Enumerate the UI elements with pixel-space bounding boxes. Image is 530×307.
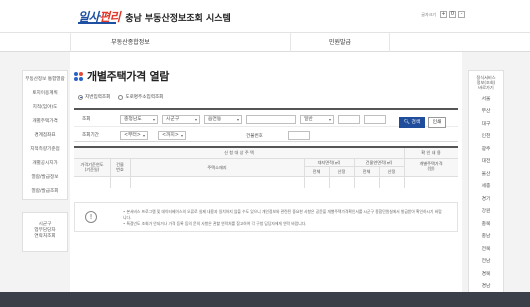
- region-shortcut-heading: 정식서비스 정보(조회) 바로가기: [476, 75, 496, 91]
- building-number-label: 건물번호: [246, 134, 263, 139]
- sidebar-item-cadastral-map[interactable]: 지적(임야)도: [23, 101, 67, 115]
- from-year-select[interactable]: <부터> ▾: [120, 131, 148, 140]
- chevron-down-icon: ▾: [152, 117, 155, 122]
- radio-lot-number[interactable]: 지번입력조회: [78, 94, 110, 100]
- sidebar-item-land-price[interactable]: 개별공시지가: [23, 157, 67, 171]
- radio-unchecked-icon: [118, 94, 124, 100]
- sidebar-item-house-price[interactable]: 개별주택가격: [23, 115, 67, 129]
- top-header: 일사편리 충남 부동산정보조회 시스템 글자크기 + 0 -: [0, 0, 530, 32]
- logo-underline: [78, 22, 116, 24]
- page-title: 개별주택가격 열람: [87, 70, 170, 83]
- region-link-chungnam[interactable]: 충남: [469, 231, 503, 244]
- search-label-location: 조회: [82, 117, 91, 122]
- nav-item-civil-issue[interactable]: 민원발급: [290, 33, 390, 52]
- sidebar-item-land-use[interactable]: 토지이용계획: [23, 87, 67, 101]
- sidebar-item-issue-info[interactable]: 열람/발급정보: [23, 171, 67, 185]
- radio-road-address[interactable]: 도로명주소입력조회: [118, 94, 163, 100]
- region-link-ulsan[interactable]: 울산: [469, 169, 503, 182]
- font-reset-button[interactable]: 0: [449, 11, 456, 18]
- city-select[interactable]: 시군구 ▾: [162, 115, 200, 124]
- font-size-label: 글자크기: [421, 11, 436, 17]
- region-link-gyeonggi[interactable]: 경기: [469, 194, 503, 207]
- header-land-calc: 산정: [337, 169, 346, 174]
- lot-sub-input[interactable]: [364, 115, 386, 124]
- contact-lookup-box[interactable]: 시군구 업무담당자 연락처조회: [22, 212, 68, 252]
- notice-box: ! • 본서비스 프로그램 및 데이터베이스의 오류로 실제 내용과 일치하지 …: [74, 202, 458, 232]
- header-building-no: 건물 번호: [116, 162, 124, 172]
- chevron-down-icon: ▾: [142, 133, 145, 138]
- region-link-daegu[interactable]: 대구: [469, 119, 503, 132]
- dong-select[interactable]: 읍면동 ▾: [204, 115, 242, 124]
- main-content: 개별주택가격 열람 지번입력조회 도로명주소입력조회 조회 충청남도 ▾ 시군구 ▾…: [70, 52, 462, 307]
- search-button[interactable]: 🔍︎ 검색: [399, 117, 425, 128]
- chevron-down-icon: ▾: [236, 117, 239, 122]
- sidebar-item-integrated[interactable]: 부동산정보 통합열람: [23, 71, 67, 87]
- region-link-gangwon[interactable]: 강원: [469, 206, 503, 219]
- region-link-daejeon[interactable]: 대전: [469, 156, 503, 169]
- notice-line: • 본서비스 프로그램 및 데이터베이스의 오류로 실제 내용과 일치하지 않을…: [123, 209, 442, 220]
- title-dots-icon: [74, 71, 83, 81]
- nav-item-real-estate-info[interactable]: 부동산종합정보: [70, 33, 190, 52]
- right-sidebar: 정식서비스 정보(조회) 바로가기 서울 부산 대구 인천 광주 대전 울산 세…: [468, 70, 504, 307]
- page-title-row: 개별주택가격 열람: [74, 68, 169, 84]
- notice-text: • 본서비스 프로그램 및 데이터베이스의 오류로 실제 내용과 일치하지 않을…: [123, 209, 445, 227]
- site-title: 충남 부동산정보조회 시스템: [125, 14, 231, 24]
- search-form: 조회 충청남도 ▾ 시군구 ▾ 읍면동 ▾ 일반 ▾ 조회기간 <부터> ▾ <까지> ▾ …: [74, 108, 458, 142]
- region-link-incheon[interactable]: 인천: [469, 131, 503, 144]
- contact-lookup-label: 시군구 업무담당자 연락처조회: [34, 222, 56, 239]
- header-building-area: 건물연면적(㎡): [365, 160, 393, 165]
- font-increase-button[interactable]: +: [440, 11, 447, 18]
- header-year: 가격기준연도 (기준일): [80, 162, 104, 172]
- header-address: 주택소재지: [207, 165, 227, 170]
- header-land-area: 대지면적(㎡): [317, 160, 341, 165]
- region-link-gyeongbuk[interactable]: 경북: [469, 269, 503, 282]
- region-link-gwangju[interactable]: 광주: [469, 144, 503, 157]
- lot-type-select[interactable]: 일반 ▾: [300, 115, 334, 124]
- font-size-control: 글자크기 + 0 -: [421, 11, 465, 18]
- sidebar-item-survey-point[interactable]: 지적측량기준점: [23, 143, 67, 157]
- building-number-input[interactable]: [288, 131, 310, 140]
- exclamation-icon: !: [85, 211, 97, 223]
- search-label-period: 조회기간: [82, 133, 99, 138]
- chevron-down-icon: ▾: [328, 117, 331, 122]
- search-mode-radios: 지번입력조회 도로명주소입력조회: [78, 94, 163, 100]
- region-link-busan[interactable]: 부산: [469, 106, 503, 119]
- font-decrease-button[interactable]: -: [458, 11, 465, 18]
- sidebar-item-issue-lookup[interactable]: 열람/발급조회: [23, 185, 67, 199]
- region-link-jeonbuk[interactable]: 전북: [469, 244, 503, 257]
- header-building-calc: 산정: [387, 169, 396, 174]
- region-link-chungbuk[interactable]: 충북: [469, 219, 503, 232]
- region-link-sejong[interactable]: 세종: [469, 181, 503, 194]
- sidebar-item-boundary[interactable]: 경계점좌표: [23, 129, 67, 143]
- ri-input[interactable]: [246, 115, 296, 124]
- chevron-down-icon: ▾: [194, 117, 197, 122]
- region-link-jeonnam[interactable]: 전남: [469, 256, 503, 269]
- header-confirm: 확 인 내 용: [421, 150, 441, 155]
- header-building-all: 전체: [362, 169, 371, 174]
- region-link-seoul[interactable]: 서울: [469, 94, 503, 107]
- notice-line: • 특정년도 조회가 안되거나 가격 등록 등의 문의 사항은 관할 연락처를 …: [123, 221, 307, 226]
- header-target-house: 신 청 대 상 주 택: [224, 150, 254, 155]
- search-row-period: 조회기간 <부터> ▾ <까지> ▾ 건물번호: [74, 128, 458, 143]
- footer-bar: [0, 292, 530, 307]
- radio-checked-icon: [78, 94, 83, 100]
- header-house-price: 개별주택가격 (원): [419, 161, 443, 171]
- left-sidebar: 부동산정보 통합열람 토지이용계획 지적(임야)도 개별주택가격 경계점좌표 지…: [22, 70, 68, 200]
- chevron-down-icon: ▾: [180, 133, 183, 138]
- main-nav: 부동산종합정보 민원발급: [0, 32, 530, 52]
- province-select[interactable]: 충청남도 ▾: [120, 115, 158, 124]
- nav-item-blank[interactable]: [190, 33, 290, 52]
- header-land-all: 전체: [312, 169, 321, 174]
- lot-main-input[interactable]: [338, 115, 360, 124]
- print-button[interactable]: 인쇄: [428, 117, 446, 128]
- result-table: 신 청 대 상 주 택 확 인 내 용 가격기준연도 (기준일) 건물 번호 주…: [74, 146, 458, 188]
- search-icon: 🔍︎: [403, 120, 410, 125]
- to-year-select[interactable]: <까지> ▾: [158, 131, 186, 140]
